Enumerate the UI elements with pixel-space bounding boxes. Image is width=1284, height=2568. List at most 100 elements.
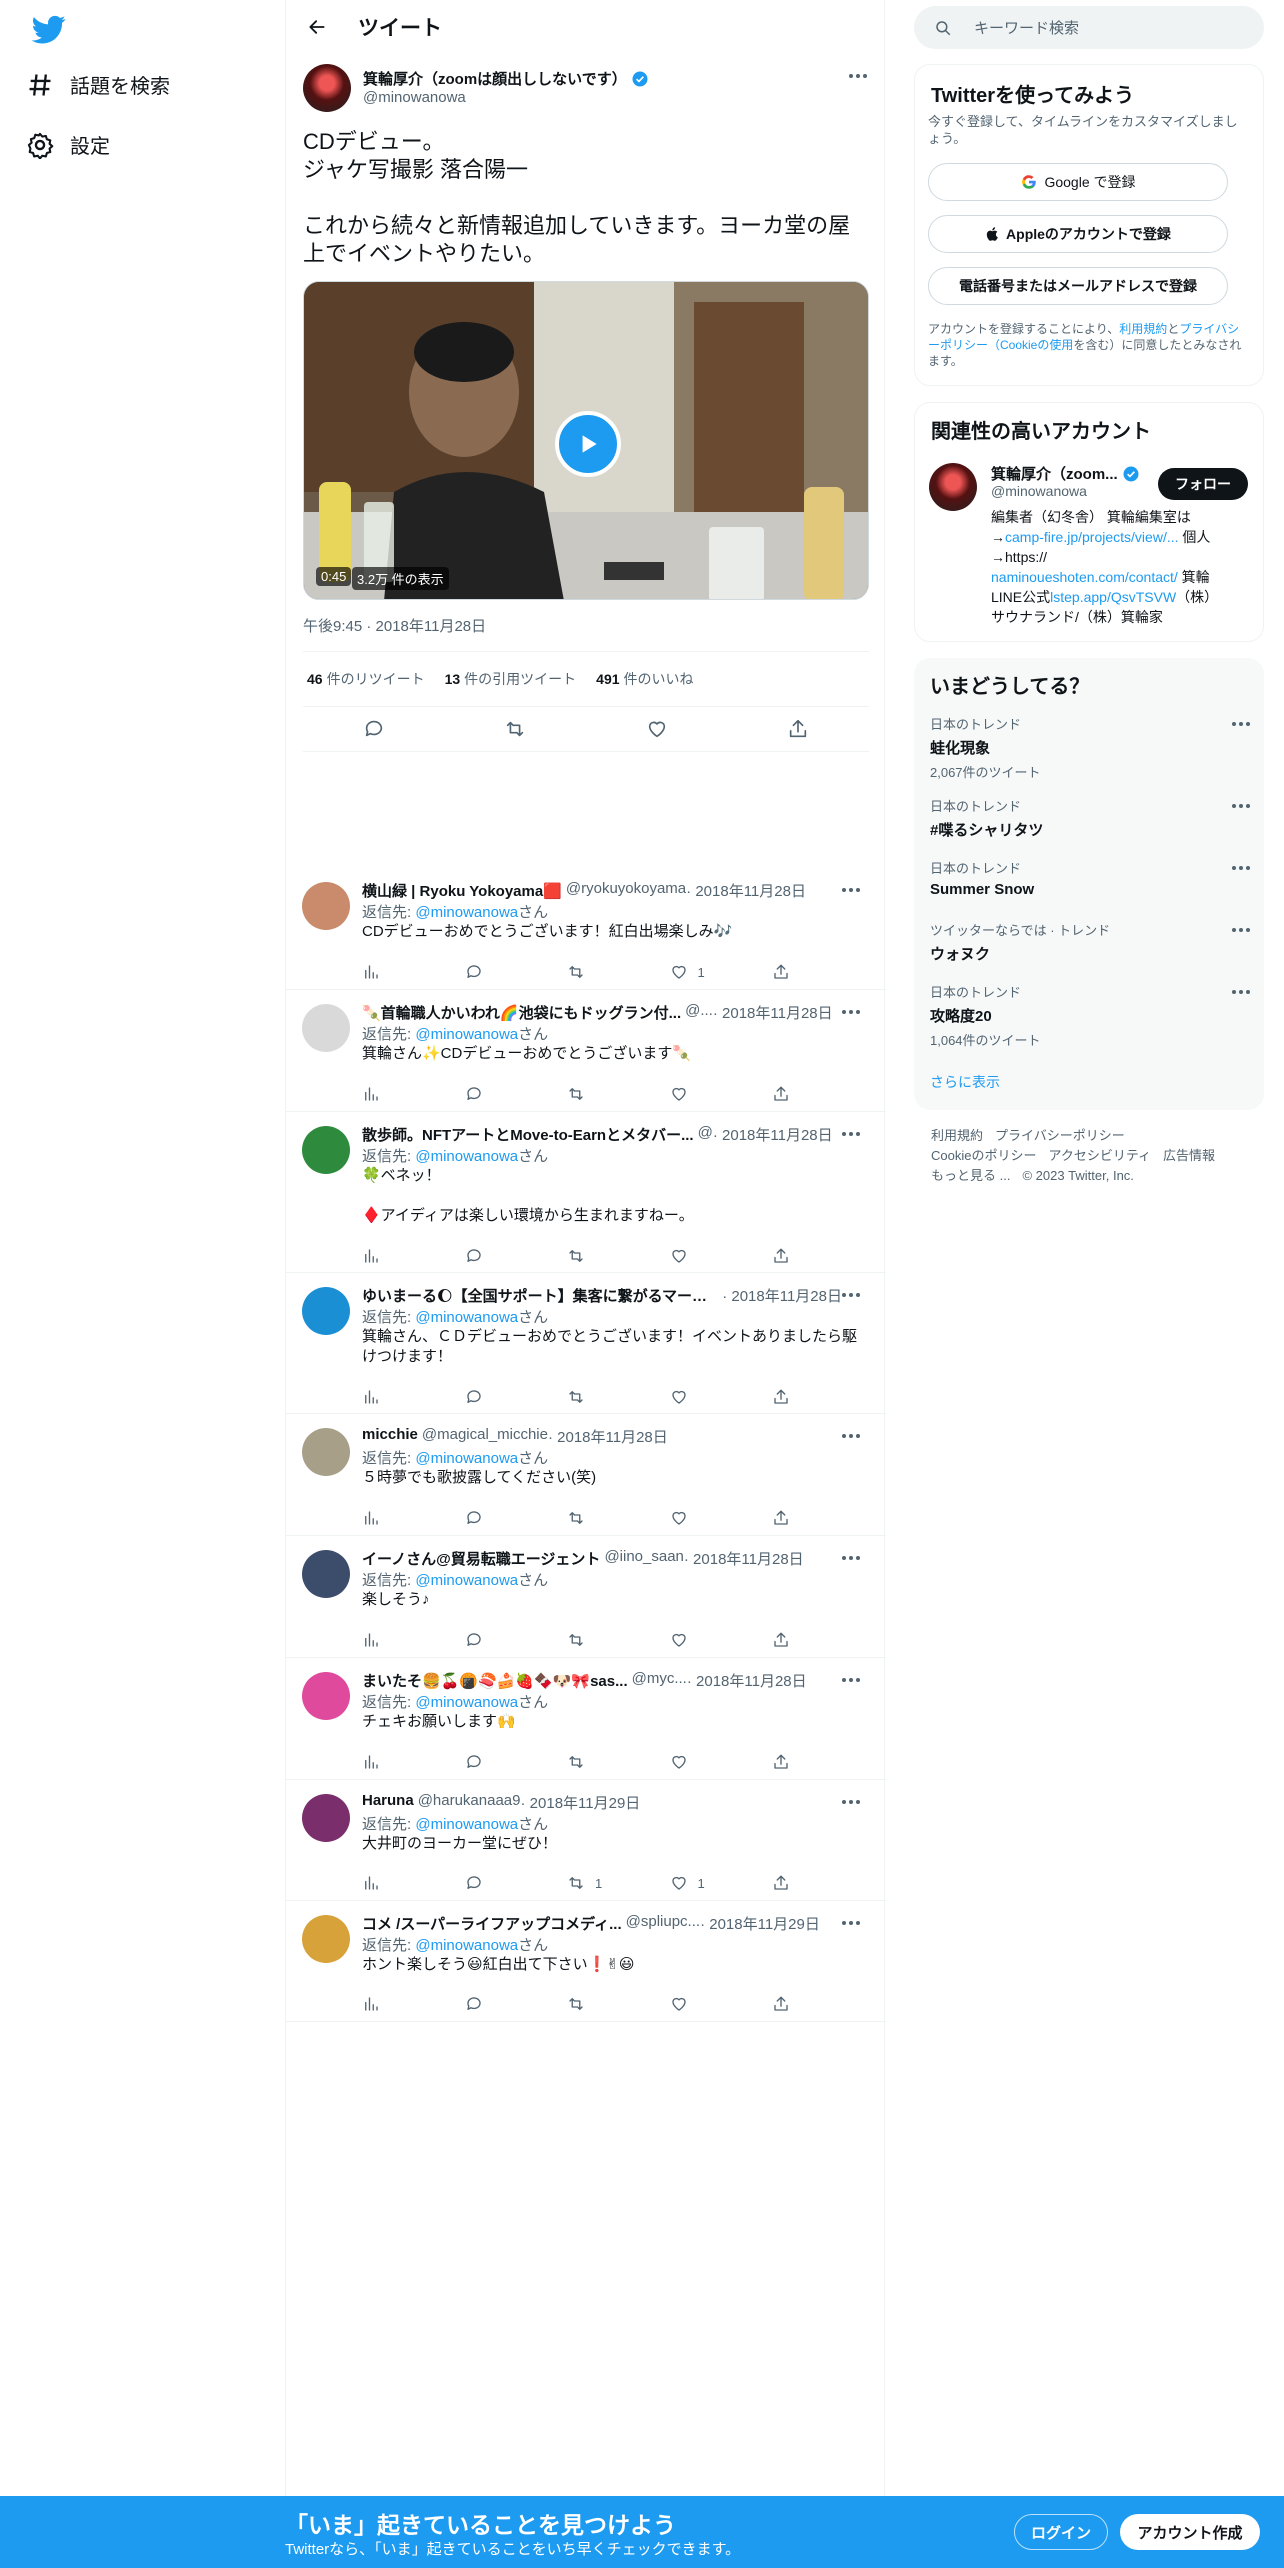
- reply-action[interactable]: [465, 1631, 540, 1649]
- like-action[interactable]: [670, 1085, 745, 1103]
- reply-author-name[interactable]: 🍡首輪職人かいわれ🌈池袋にもドッグラン付...: [362, 1002, 681, 1023]
- footer-terms-link[interactable]: 利用規約: [931, 1128, 983, 1143]
- trend-item[interactable]: 日本のトレンド 蛙化現象 2,067件のツイート: [930, 714, 1250, 781]
- reply-item[interactable]: Haruna @harukanaaa9 · 2018年11月29日 返信先: @mi…: [286, 1780, 886, 1901]
- more-options-icon[interactable]: [842, 1678, 860, 1682]
- retweet-action[interactable]: [567, 1388, 642, 1406]
- reply-author-handle[interactable]: @...: [685, 1002, 713, 1023]
- retweet-action[interactable]: [567, 1631, 642, 1649]
- reply-item[interactable]: micchie @magical_micchie · 2018年11月28日 返信先…: [286, 1414, 886, 1536]
- reply-item[interactable]: ゆいまーる🌔【全国サポート】集客に繋がるマーケ... · 2018年11月28日…: [286, 1273, 886, 1414]
- trend-item[interactable]: ツイッターならでは · トレンド ウォヌク: [930, 920, 1250, 964]
- share-action[interactable]: [772, 1995, 812, 2013]
- nav-settings[interactable]: 設定: [26, 130, 110, 159]
- reply-author-name[interactable]: ゆいまーる🌔【全国サポート】集客に繋がるマーケ...: [362, 1285, 718, 1306]
- reply-to-link[interactable]: @minowanowa: [415, 1816, 518, 1833]
- retweet-action[interactable]: 1: [567, 1874, 642, 1892]
- reply-item[interactable]: イーノさん@貿易転職エージェント @iino_saan · 2018年11月28日…: [286, 1536, 886, 1658]
- show-more-link[interactable]: さらに表示: [930, 1072, 1000, 1092]
- reply-item[interactable]: まいたそ🍔🍒🍘🍣🍰🍓🍫🐶🎀sas... @myc... · 2018年11月28日…: [286, 1658, 886, 1780]
- more-options-icon[interactable]: [842, 1556, 860, 1560]
- reply-action[interactable]: [465, 1874, 540, 1892]
- google-signup-button[interactable]: Google で登録: [928, 163, 1228, 201]
- bio-link[interactable]: lstep.app/QsvTSVW: [1050, 589, 1176, 605]
- signup-button[interactable]: アカウント作成: [1120, 2514, 1260, 2550]
- author-name-row[interactable]: 箕輪厚介（zoomは顔出ししないです）: [363, 68, 649, 89]
- more-options-icon[interactable]: [842, 888, 860, 892]
- more-options-icon[interactable]: [1232, 804, 1250, 808]
- back-button[interactable]: [302, 12, 332, 42]
- like-action[interactable]: [670, 1509, 745, 1527]
- reply-item[interactable]: コメ /スーパーライフアップコメディ... @spliupc... · 2018年…: [286, 1901, 886, 2022]
- views-action[interactable]: [362, 963, 437, 981]
- footer-privacy-link[interactable]: プライバシーポリシー: [995, 1128, 1125, 1143]
- views-action[interactable]: [362, 1085, 437, 1103]
- reply-author-handle[interactable]: @iino_saan: [604, 1548, 683, 1569]
- share-icon[interactable]: [787, 718, 809, 740]
- share-action[interactable]: [772, 1753, 812, 1771]
- reply-date[interactable]: · 2018年11月28日: [713, 1002, 833, 1023]
- tweet-video[interactable]: 0:45 3.2万 件の表示: [303, 281, 869, 600]
- avatar[interactable]: [302, 1004, 350, 1052]
- avatar[interactable]: [302, 1794, 350, 1842]
- reply-author-name[interactable]: コメ /スーパーライフアップコメディ...: [362, 1913, 622, 1934]
- reply-action[interactable]: [465, 1388, 540, 1406]
- more-options-icon[interactable]: [842, 1010, 860, 1014]
- trend-item[interactable]: 日本のトレンド #喋るシャリタツ: [930, 796, 1250, 840]
- likes-stat[interactable]: 491 件のいいね: [596, 669, 693, 689]
- views-action[interactable]: [362, 1874, 437, 1892]
- retweet-action[interactable]: [567, 1995, 642, 2013]
- reply-to-link[interactable]: @minowanowa: [415, 1572, 518, 1589]
- views-action[interactable]: [362, 1388, 437, 1406]
- views-action[interactable]: [362, 1995, 437, 2013]
- share-action[interactable]: [772, 1874, 812, 1892]
- avatar[interactable]: [302, 1550, 350, 1598]
- footer-ads-link[interactable]: 広告情報: [1163, 1148, 1215, 1163]
- reply-author-name[interactable]: micchie: [362, 1426, 418, 1447]
- retweet-icon[interactable]: [504, 718, 526, 740]
- footer-accessibility-link[interactable]: アクセシビリティ: [1048, 1148, 1151, 1163]
- related-handle[interactable]: @minowanowa: [991, 483, 1087, 499]
- avatar[interactable]: [302, 1428, 350, 1476]
- reply-action[interactable]: [465, 1509, 540, 1527]
- reply-date[interactable]: · 2018年11月28日: [713, 1124, 833, 1145]
- reply-author-handle[interactable]: @spliupc...: [626, 1913, 700, 1934]
- views-action[interactable]: [362, 1631, 437, 1649]
- reply-to-link[interactable]: @minowanowa: [415, 1937, 518, 1954]
- reply-author-handle[interactable]: @ryokuyokoyama: [566, 880, 686, 901]
- more-options-icon[interactable]: [1232, 928, 1250, 932]
- more-options-icon[interactable]: [1232, 722, 1250, 726]
- retweet-action[interactable]: [567, 1085, 642, 1103]
- reply-to-link[interactable]: @minowanowa: [415, 1026, 518, 1043]
- reply-author-handle[interactable]: @magical_micchie: [422, 1426, 548, 1447]
- share-action[interactable]: [772, 1085, 812, 1103]
- trend-item[interactable]: 日本のトレンド 攻略度20 1,064件のツイート: [930, 982, 1250, 1049]
- like-action[interactable]: [670, 1631, 745, 1649]
- reply-item[interactable]: 横山緑 | Ryoku Yokoyama🟥 @ryokuyokoyama · 20…: [286, 868, 886, 990]
- reply-date[interactable]: · 2018年11月28日: [686, 880, 806, 901]
- reply-date[interactable]: · 2018年11月28日: [722, 1285, 842, 1306]
- avatar[interactable]: [302, 1126, 350, 1174]
- reply-author-name[interactable]: 横山緑 | Ryoku Yokoyama🟥: [362, 880, 562, 901]
- nav-explore[interactable]: 話題を検索: [26, 70, 170, 99]
- login-button[interactable]: ログイン: [1014, 2514, 1108, 2550]
- reply-author-name[interactable]: Haruna: [362, 1792, 414, 1813]
- reply-date[interactable]: · 2018年11月29日: [700, 1913, 820, 1934]
- reply-author-handle[interactable]: @myc...: [632, 1670, 687, 1691]
- reply-item[interactable]: 🍡首輪職人かいわれ🌈池袋にもドッグラン付... @... · 2018年11月28…: [286, 990, 886, 1112]
- like-action[interactable]: 1: [670, 963, 745, 981]
- views-action[interactable]: [362, 1247, 437, 1265]
- search-input[interactable]: キーワード検索: [974, 17, 1079, 38]
- reply-item[interactable]: 散歩師。NFTアートとMove-to-Earnとメタバー... @ · 2018年…: [286, 1112, 886, 1273]
- more-options-icon[interactable]: [842, 1293, 860, 1297]
- reply-author-name[interactable]: イーノさん@貿易転職エージェント: [362, 1548, 600, 1569]
- share-action[interactable]: [772, 1388, 812, 1406]
- footer-cookie-link[interactable]: Cookieのポリシー: [931, 1148, 1036, 1163]
- reply-to-link[interactable]: @minowanowa: [415, 1450, 518, 1467]
- reply-author-handle[interactable]: @: [698, 1124, 713, 1145]
- reply-author-name[interactable]: 散歩師。NFTアートとMove-to-Earnとメタバー...: [362, 1124, 694, 1145]
- reply-author-name[interactable]: まいたそ🍔🍒🍘🍣🍰🍓🍫🐶🎀sas...: [362, 1670, 628, 1691]
- reply-date[interactable]: · 2018年11月28日: [687, 1670, 807, 1691]
- retweet-action[interactable]: [567, 1753, 642, 1771]
- retweet-action[interactable]: [567, 1509, 642, 1527]
